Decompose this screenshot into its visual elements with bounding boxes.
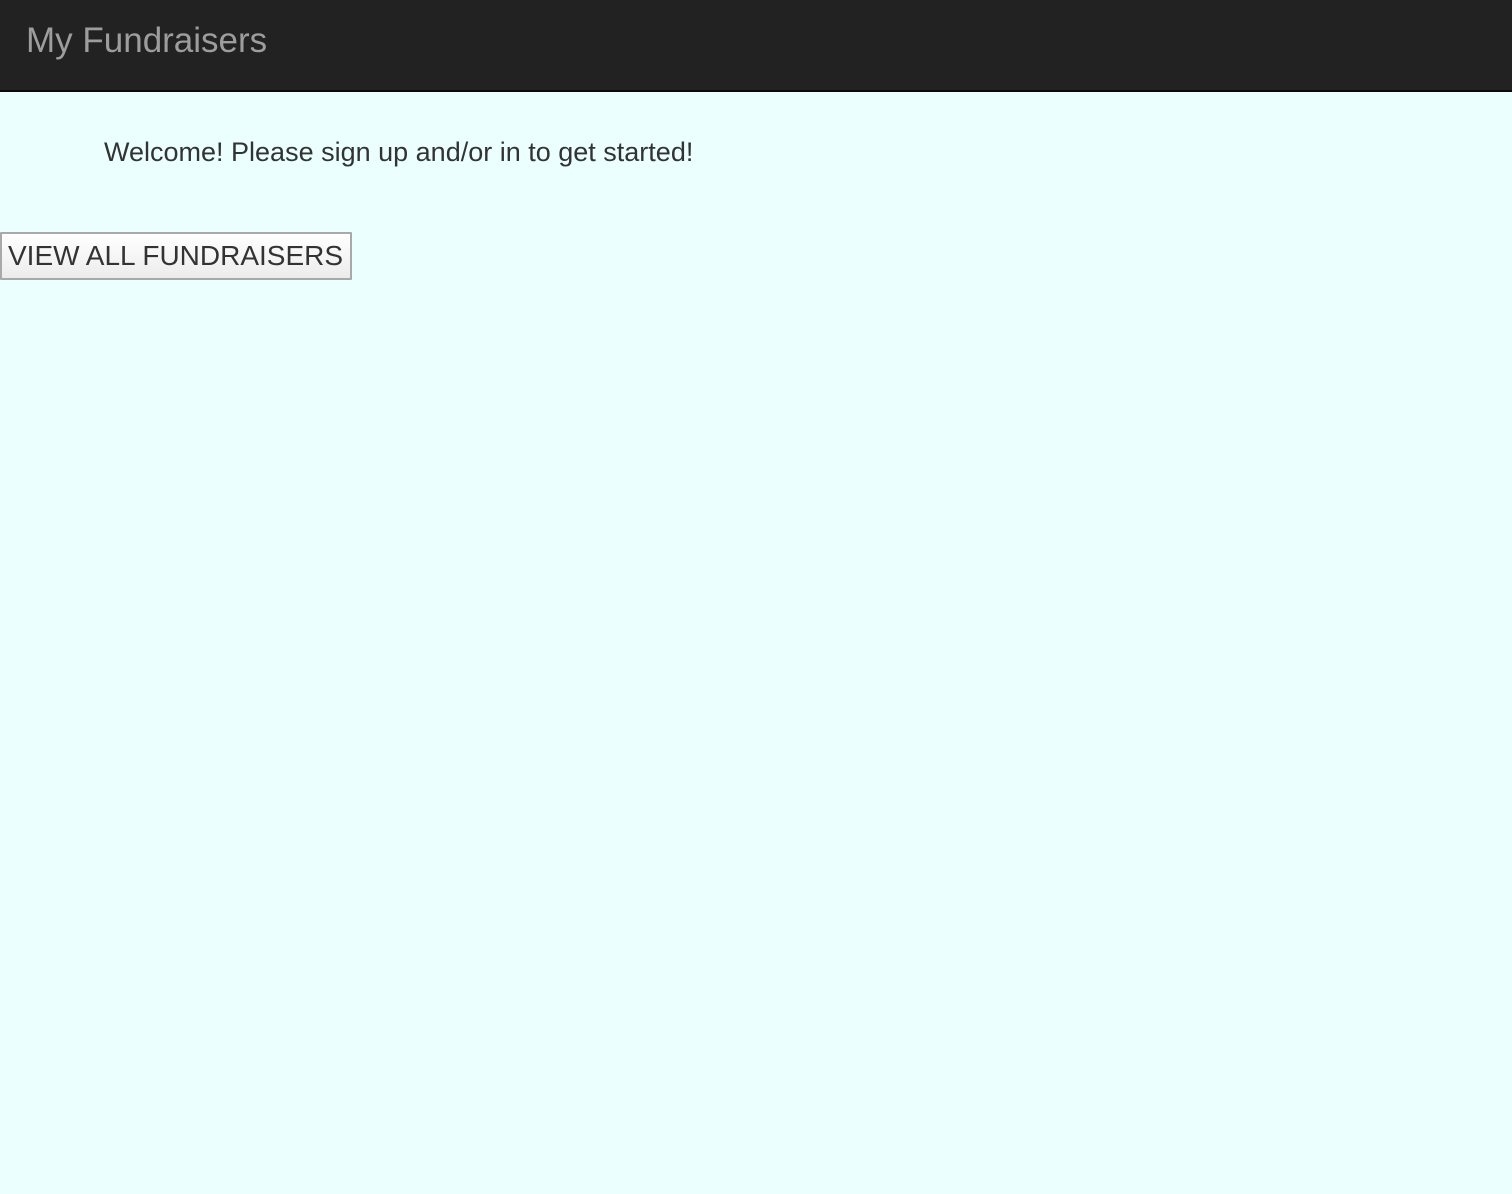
navbar-brand-link[interactable]: My Fundraisers [26, 21, 267, 61]
welcome-message: Welcome! Please sign up and/or in to get… [104, 137, 694, 167]
view-all-fundraisers-button[interactable]: VIEW ALL FUNDRAISERS [0, 232, 352, 280]
navbar: My Fundraisers [0, 0, 1512, 92]
